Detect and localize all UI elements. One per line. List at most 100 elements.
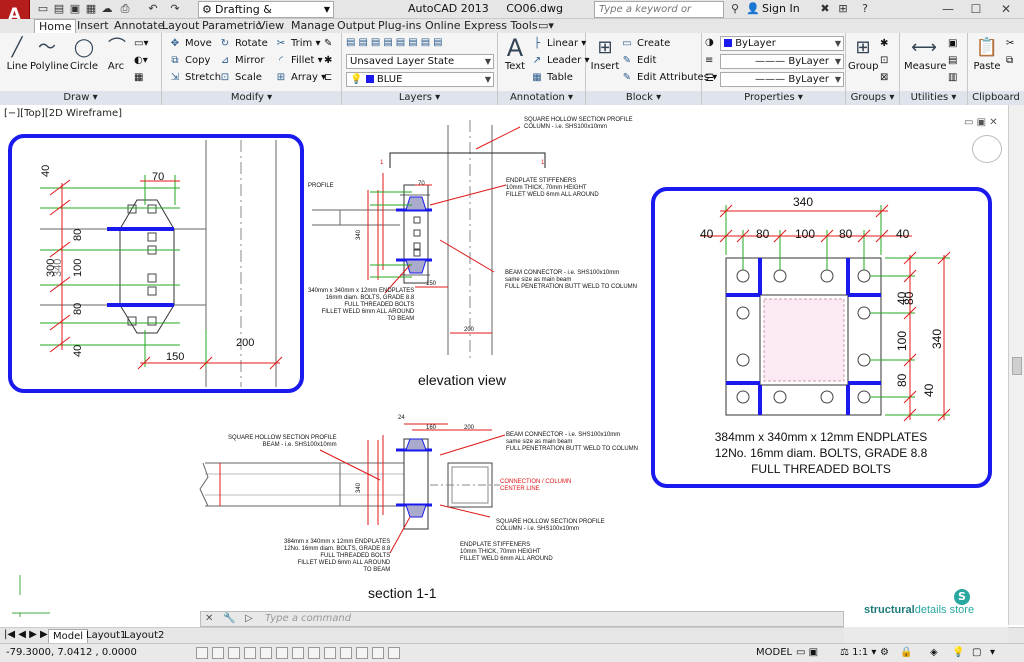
rotate-button[interactable]: ↻ Rotate: [218, 37, 268, 51]
osnap-toggle[interactable]: [260, 647, 272, 659]
close-button[interactable]: ✕: [994, 0, 1018, 18]
linetype-dropdown[interactable]: ——— ByLayer ▼: [720, 54, 844, 69]
arc-button[interactable]: ⌒ Arc: [104, 35, 128, 72]
tab-home[interactable]: Home: [34, 19, 77, 33]
binoculars-icon[interactable]: ⚲: [728, 2, 742, 16]
open-file-icon[interactable]: ▤: [52, 2, 66, 16]
scale-button[interactable]: ⊡ Scale: [218, 71, 262, 85]
draw-panel-title[interactable]: Draw ▾: [0, 91, 161, 105]
color-dropdown[interactable]: ByLayer ▼: [720, 36, 844, 51]
erase-tool[interactable]: ✎: [324, 37, 332, 51]
region-tool[interactable]: ▦: [134, 71, 143, 85]
drawing-canvas[interactable]: [−][Top][2D Wireframe] ▭ ▣ ✕ 40 80 100 8…: [0, 105, 1024, 625]
tab-view[interactable]: View: [254, 19, 288, 33]
print-icon[interactable]: ⎙: [118, 2, 132, 16]
3dosnap-toggle[interactable]: [276, 647, 288, 659]
exchange-icon[interactable]: ✖: [818, 2, 832, 16]
linear-button[interactable]: ├ Linear ▾: [530, 37, 586, 51]
group-button[interactable]: ⊞ Group: [848, 35, 878, 72]
redo-icon[interactable]: ↷: [168, 2, 182, 16]
copy-clip-icon[interactable]: ⧉: [1006, 54, 1013, 68]
utilities-panel-title[interactable]: Utilities ▾: [900, 91, 967, 105]
group-select-icon[interactable]: ⊠: [880, 71, 888, 85]
quick-select-icon[interactable]: ▣: [948, 37, 957, 51]
grid-toggle[interactable]: [212, 647, 224, 659]
tab-layout[interactable]: Layout: [158, 19, 203, 33]
ducs-toggle[interactable]: [308, 647, 320, 659]
user-icon[interactable]: 👤: [746, 2, 760, 16]
copy-button[interactable]: ⧉ Copy: [168, 54, 210, 68]
ortho-toggle[interactable]: [228, 647, 240, 659]
linetype-icon[interactable]: ≡: [705, 54, 713, 68]
tab-nav-arrows[interactable]: |◀ ◀ ▶ ▶|: [4, 629, 51, 640]
cart-icon[interactable]: ⊞: [836, 2, 850, 16]
quick-properties-toggle[interactable]: [372, 647, 384, 659]
command-line[interactable]: ✕ 🔧 ▷ Type a command: [200, 611, 844, 627]
snap-toggle[interactable]: [196, 647, 208, 659]
clean-screen-icon[interactable]: ▢: [972, 647, 981, 658]
group-edit-icon[interactable]: ⊡: [880, 54, 888, 68]
fillet-button[interactable]: ◜ Fillet ▾: [274, 54, 323, 68]
leader-button[interactable]: ↗ Leader ▾: [530, 54, 590, 68]
layer-dropdown[interactable]: 💡 BLUE ▼: [346, 72, 494, 87]
transparency-toggle[interactable]: [356, 647, 368, 659]
array-button[interactable]: ⊞ Array ▾: [274, 71, 326, 85]
id-point-icon[interactable]: ▥: [948, 71, 957, 85]
hardware-acceleration-icon[interactable]: ◈: [930, 647, 938, 658]
rectangle-tool[interactable]: ▭▾: [134, 37, 148, 51]
save-icon[interactable]: ▣: [68, 2, 82, 16]
move-button[interactable]: ✥ Move: [168, 37, 212, 51]
create-block-button[interactable]: ▭ Create: [620, 37, 670, 51]
tab-output[interactable]: Output: [333, 19, 379, 33]
vertical-scroll-thumb[interactable]: [1012, 357, 1022, 375]
polyline-button[interactable]: 〜 Polyline: [30, 35, 69, 72]
measure-button[interactable]: ⟷ Measure: [904, 35, 947, 72]
block-panel-title[interactable]: Block ▾: [586, 91, 701, 105]
workspace-switch-icon[interactable]: ⚙: [880, 647, 889, 658]
save-as-icon[interactable]: ▦: [84, 2, 98, 16]
layer-state-dropdown[interactable]: Unsaved Layer State ▼: [346, 54, 494, 69]
offset-tool[interactable]: ⊏: [324, 71, 332, 85]
tab-insert[interactable]: Insert: [73, 19, 113, 33]
paste-button[interactable]: 📋 Paste: [972, 35, 1002, 72]
match-properties-icon[interactable]: ◑: [705, 36, 714, 50]
text-button[interactable]: A Text: [502, 35, 528, 72]
tab-express-tools[interactable]: Express Tools: [460, 19, 542, 33]
sign-in-link[interactable]: Sign In: [762, 2, 800, 15]
horizontal-scrollbar[interactable]: [844, 627, 1008, 643]
search-input[interactable]: Type a keyword or phrase: [594, 1, 724, 30]
layer-tools-row[interactable]: ▤▤▤▤▤▤▤▤: [346, 36, 446, 50]
lock-icon[interactable]: 🔒: [900, 647, 912, 658]
explode-tool[interactable]: ✱: [324, 54, 332, 68]
wrench-icon[interactable]: 🔧: [223, 613, 235, 624]
undo-icon[interactable]: ↶: [146, 2, 160, 16]
properties-panel-title[interactable]: Properties ▾: [702, 91, 845, 105]
stretch-button[interactable]: ⇲ Stretch: [168, 71, 221, 85]
tab-manage[interactable]: Manage: [287, 19, 339, 33]
table-button[interactable]: ▦ Table: [530, 71, 573, 85]
line-button[interactable]: ╱ Line: [4, 35, 30, 72]
hatch-tool[interactable]: ◐▾: [134, 54, 148, 68]
tab-layout2[interactable]: Layout2: [120, 629, 168, 642]
dyn-toggle[interactable]: [324, 647, 336, 659]
tab-online[interactable]: Online: [421, 19, 464, 33]
trim-button[interactable]: ✂ Trim ▾: [274, 37, 321, 51]
quick-view-icons[interactable]: ▭ ▣: [796, 647, 818, 658]
edit-block-button[interactable]: ✎ Edit: [620, 54, 657, 68]
new-file-icon[interactable]: ▭: [36, 2, 50, 16]
annotation-panel-title[interactable]: Annotation ▾: [498, 91, 585, 105]
ungroup-icon[interactable]: ✱: [880, 37, 888, 51]
model-space-button[interactable]: MODEL: [756, 647, 792, 658]
modify-panel-title[interactable]: Modify ▾: [162, 91, 341, 105]
annotation-scale[interactable]: ⚖ 1:1 ▾: [840, 647, 876, 658]
customization-icon[interactable]: ▾: [990, 647, 995, 658]
cloud-icon[interactable]: ☁: [100, 2, 114, 16]
close-icon[interactable]: ✕: [205, 613, 213, 624]
otrack-toggle[interactable]: [292, 647, 304, 659]
maximize-button[interactable]: ☐: [964, 0, 988, 18]
vertical-scrollbar[interactable]: [1008, 105, 1024, 625]
minimize-button[interactable]: —: [936, 0, 960, 18]
isolate-objects-icon[interactable]: 💡: [952, 647, 964, 658]
polar-toggle[interactable]: [244, 647, 256, 659]
command-input[interactable]: Type a command: [265, 613, 351, 624]
